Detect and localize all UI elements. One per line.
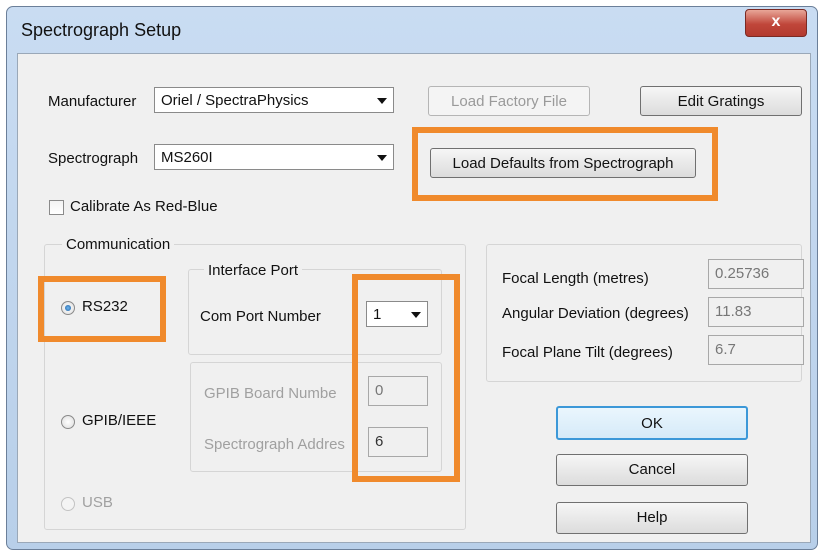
dialog-body: Manufacturer Oriel / SpectraPhysics Load… <box>17 53 811 543</box>
gpib-ieee-label: GPIB/IEEE <box>82 412 157 429</box>
focal-plane-tilt-label: Focal Plane Tilt (degrees) <box>502 344 673 361</box>
spectrograph-dropdown[interactable]: MS260I <box>154 144 394 170</box>
manufacturer-dropdown[interactable]: Oriel / SpectraPhysics <box>154 87 394 113</box>
cancel-label: Cancel <box>628 461 676 478</box>
title-bar: Spectrograph Setup x <box>7 7 817 55</box>
usb-radio[interactable] <box>61 497 75 511</box>
gpib-board-value: 0 <box>375 382 384 399</box>
com-port-label: Com Port Number <box>200 308 321 325</box>
ok-label: OK <box>641 415 663 432</box>
chevron-down-icon <box>377 98 387 104</box>
gpib-board-field[interactable]: 0 <box>368 376 428 406</box>
load-defaults-button[interactable]: Load Defaults from Spectrograph <box>430 148 696 178</box>
spectrograph-address-field[interactable]: 6 <box>368 427 428 457</box>
manufacturer-label: Manufacturer <box>48 93 137 110</box>
chevron-down-icon <box>411 312 421 318</box>
calibrate-checkbox[interactable] <box>49 200 64 215</box>
com-port-value: 1 <box>373 306 382 323</box>
edit-gratings-button[interactable]: Edit Gratings <box>640 86 802 116</box>
focal-plane-tilt-field[interactable]: 6.7 <box>708 335 804 365</box>
focal-plane-tilt-value: 6.7 <box>715 341 736 358</box>
load-factory-file-button[interactable]: Load Factory File <box>428 86 590 116</box>
spectrograph-setup-dialog: Spectrograph Setup x Manufacturer Oriel … <box>6 6 818 550</box>
cancel-button[interactable]: Cancel <box>556 454 748 486</box>
angular-deviation-label: Angular Deviation (degrees) <box>502 305 689 322</box>
angular-deviation-value: 11.83 <box>715 303 752 320</box>
help-button[interactable]: Help <box>556 502 748 534</box>
spectrograph-address-label: Spectrograph Addres <box>204 436 345 453</box>
load-defaults-label: Load Defaults from Spectrograph <box>452 155 674 172</box>
communication-group-label: Communication <box>62 236 175 253</box>
focal-length-field[interactable]: 0.25736 <box>708 259 804 289</box>
gpib-ieee-radio[interactable] <box>61 415 75 429</box>
rs232-radio[interactable] <box>61 301 75 315</box>
load-factory-file-label: Load Factory File <box>451 93 567 110</box>
calibrate-label: Calibrate As Red-Blue <box>70 198 218 215</box>
chevron-down-icon <box>377 155 387 161</box>
gpib-board-label: GPIB Board Numbe <box>204 385 337 402</box>
help-label: Help <box>636 509 668 526</box>
angular-deviation-field[interactable]: 11.83 <box>708 297 804 327</box>
dialog-title: Spectrograph Setup <box>21 20 182 40</box>
close-icon: x <box>771 13 781 30</box>
spectrograph-value: MS260I <box>161 149 213 166</box>
focal-length-label: Focal Length (metres) <box>502 270 649 287</box>
edit-gratings-label: Edit Gratings <box>677 93 765 110</box>
spectrograph-address-value: 6 <box>375 433 384 450</box>
rs232-label: RS232 <box>82 298 128 315</box>
usb-label: USB <box>82 494 113 511</box>
spectrograph-label: Spectrograph <box>48 150 139 167</box>
interface-port-group-label: Interface Port <box>204 262 303 279</box>
com-port-dropdown[interactable]: 1 <box>366 301 428 327</box>
close-button[interactable]: x <box>745 9 807 37</box>
manufacturer-value: Oriel / SpectraPhysics <box>161 92 309 109</box>
ok-button[interactable]: OK <box>556 406 748 440</box>
focal-length-value: 0.25736 <box>715 265 770 282</box>
